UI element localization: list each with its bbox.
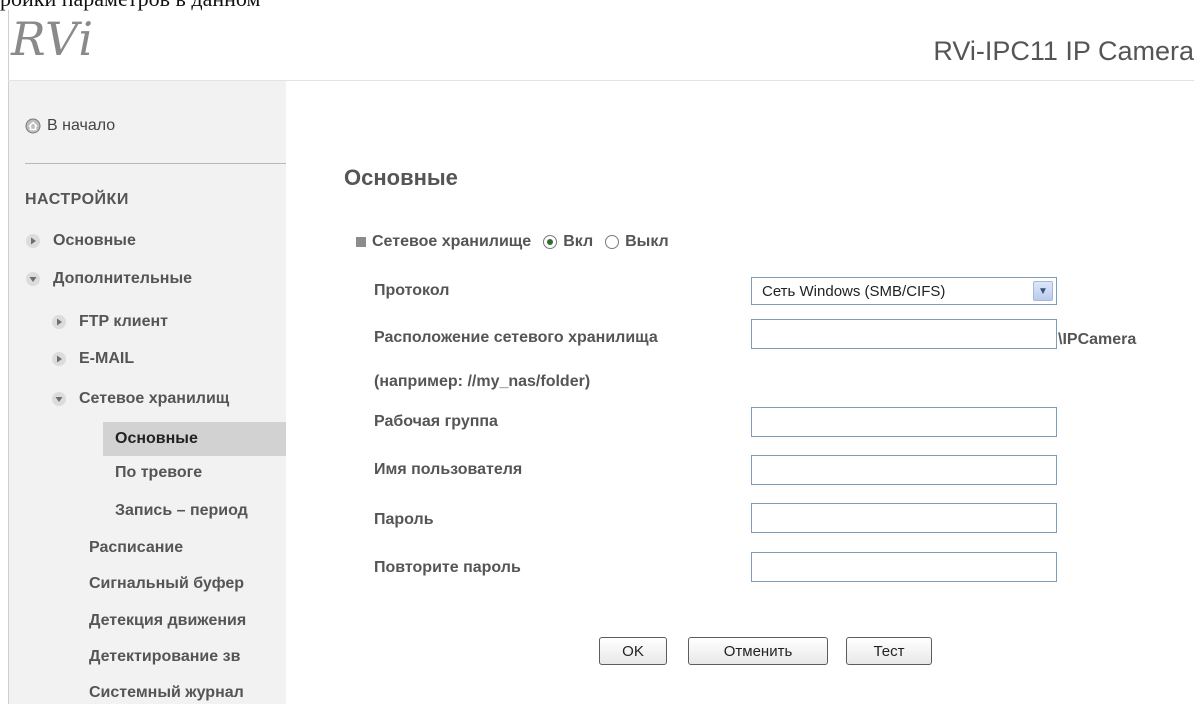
app-header: RVi RVi-IPC11 IP Camera xyxy=(8,10,1194,80)
protocol-select[interactable]: Сеть Windows (SMB/CIFS) ▼ xyxy=(751,277,1057,305)
sidebar-item-label: Детектирование зв xyxy=(89,648,241,665)
network-storage-label: Сетевое хранилище xyxy=(372,233,532,250)
sidebar-item-schedule[interactable]: Расписание xyxy=(89,536,183,560)
sidebar-item-label: Расписание xyxy=(89,539,184,556)
sidebar-item-system-log[interactable]: Системный журнал xyxy=(89,681,244,704)
sidebar-item-periodic-recording[interactable]: Запись – период xyxy=(115,499,248,523)
test-button[interactable]: Тест xyxy=(846,637,932,665)
storage-on-label[interactable]: Вкл xyxy=(563,233,593,251)
storage-location-suffix: \IPCamera xyxy=(1058,331,1137,348)
sidebar-item-ftp[interactable]: FTP клиент xyxy=(51,310,168,334)
sidebar-item-storage-basic[interactable]: Основные xyxy=(103,422,286,456)
protocol-label: Протокол xyxy=(374,282,450,299)
ok-button[interactable]: OK xyxy=(599,637,667,665)
password-input[interactable] xyxy=(751,503,1057,533)
password-label: Пароль xyxy=(374,511,434,528)
workgroup-label: Рабочая группа xyxy=(374,413,498,430)
sidebar-item-label: Основные xyxy=(53,232,136,249)
page-caption-fragment: ройки параметров в данном xyxy=(0,0,260,11)
expand-right-icon xyxy=(25,233,41,249)
camera-title: RVi-IPC11 IP Camera xyxy=(933,36,1194,66)
storage-off-label[interactable]: Выкл xyxy=(625,233,669,251)
bullet-square-icon xyxy=(356,237,366,247)
sidebar-item-label: Запись – период xyxy=(115,502,248,519)
sidebar-item-label: Основные xyxy=(115,430,198,447)
rvi-logo: RVi xyxy=(11,12,95,66)
home-label: В начало xyxy=(47,117,116,134)
chevron-down-icon[interactable]: ▼ xyxy=(1033,281,1053,301)
sidebar-item-label: E-MAIL xyxy=(79,350,135,367)
storage-off-radio[interactable] xyxy=(605,235,620,249)
sidebar-item-label: По тревоге xyxy=(115,464,203,481)
storage-location-input[interactable] xyxy=(751,319,1057,349)
sidebar-item-motion-detection[interactable]: Детекция движения xyxy=(89,609,246,633)
expand-right-icon xyxy=(51,314,67,330)
settings-section-title: НАСТРОЙКИ xyxy=(25,191,129,208)
home-link[interactable]: В начало xyxy=(25,117,115,135)
sidebar-item-basic[interactable]: Основные xyxy=(25,229,136,253)
workgroup-input[interactable] xyxy=(751,407,1057,437)
expand-down-icon xyxy=(51,391,67,407)
sidebar-item-audio-detection[interactable]: Детектирование зв xyxy=(89,645,240,669)
username-label: Имя пользователя xyxy=(374,461,523,478)
sidebar-item-label: Системный журнал xyxy=(89,684,244,701)
sidebar-item-advanced[interactable]: Дополнительные xyxy=(25,267,192,291)
sidebar-item-alarm-buffer[interactable]: Сигнальный буфер xyxy=(89,572,244,596)
sidebar-divider xyxy=(25,163,286,164)
sidebar: В начало НАСТРОЙКИ Основные Дополнительн… xyxy=(8,81,286,704)
sidebar-item-on-alarm[interactable]: По тревоге xyxy=(115,461,202,485)
password-repeat-input[interactable] xyxy=(751,552,1057,582)
page-title: Основные xyxy=(344,165,458,190)
network-storage-toggle-row: Сетевое хранилище Вкл Выкл xyxy=(356,233,669,251)
sidebar-item-label: FTP клиент xyxy=(79,313,168,330)
sidebar-item-network-storage[interactable]: Сетевое хранилищ xyxy=(51,387,229,411)
expand-right-icon xyxy=(51,351,67,367)
sidebar-item-email[interactable]: E-MAIL xyxy=(51,347,134,371)
password-repeat-label: Повторите пароль xyxy=(374,559,521,576)
expand-down-icon xyxy=(25,271,41,287)
storage-location-label: Расположение сетевого хранилища xyxy=(374,329,658,346)
sidebar-item-label: Детекция движения xyxy=(89,612,247,629)
sidebar-item-label: Дополнительные xyxy=(53,270,193,287)
storage-location-hint: (например: //my_nas/folder) xyxy=(374,373,591,390)
username-input[interactable] xyxy=(751,455,1057,485)
sidebar-item-label: Сетевое хранилищ xyxy=(79,390,230,407)
cancel-button[interactable]: Отменить xyxy=(688,637,828,665)
protocol-selected-value: Сеть Windows (SMB/CIFS) xyxy=(762,282,946,300)
storage-on-radio[interactable] xyxy=(543,235,558,249)
sidebar-item-label: Сигнальный буфер xyxy=(89,575,245,592)
home-icon xyxy=(25,118,41,134)
main-content: Основные Сетевое хранилище Вкл Выкл Прот… xyxy=(286,81,1194,704)
